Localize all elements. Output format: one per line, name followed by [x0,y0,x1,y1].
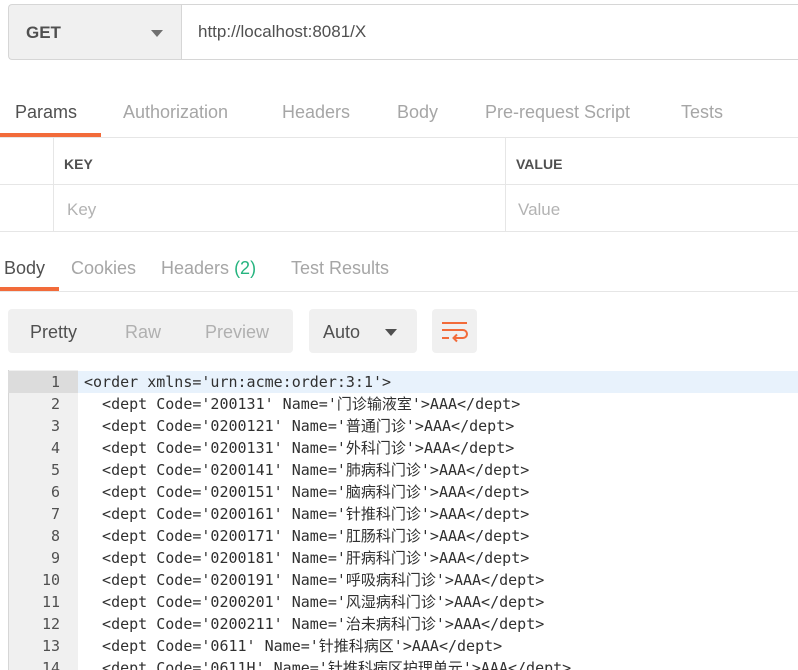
line-number: 11 [41,593,60,611]
params-key-header-cell: KEY [54,138,506,185]
code-line: 11 <dept Code='0200201' Name='风湿病科门诊'>AA… [8,591,798,613]
url-input[interactable]: http://localhost:8081/X [181,4,798,60]
params-row-check-cell [0,185,54,232]
code-lines: 1 <order xmlns='urn:acme:order:3:1'> 2 <de… [8,371,798,670]
tab-headers[interactable]: Headers [282,102,350,123]
code-line: 12 <dept Code='0200211' Name='治未病科门诊'>AA… [8,613,798,635]
code-text: <order xmlns='urn:acme:order:3:1'> [84,373,392,391]
tab-body[interactable]: Body [397,102,438,123]
code-line: 7 <dept Code='0200161' Name='针推科门诊'>AAA<… [8,503,798,525]
line-number: 12 [41,615,60,633]
code-line: 10 <dept Code='0200191' Name='呼吸病科门诊'>AA… [8,569,798,591]
tab-params[interactable]: Params [15,102,77,123]
line-number: 5 [50,461,60,479]
code-text: <dept Code='200131' Name='门诊输液室'>AAA</de… [84,395,521,413]
line-number: 9 [50,549,60,567]
tab-response-body[interactable]: Body [4,258,45,279]
tab-test-results[interactable]: Test Results [291,258,389,279]
line-number: 6 [50,483,60,501]
request-bar: GET http://localhost:8081/X [0,0,798,78]
wrap-lines-button[interactable] [432,309,477,353]
chevron-down-icon [385,329,397,336]
tab-pre-request-script[interactable]: Pre-request Script [485,102,630,123]
headers-count-badge: (2) [234,258,257,278]
line-number: 8 [50,527,60,545]
code-text: <dept Code='0200191' Name='呼吸病科门诊'>AAA</… [84,571,545,589]
tab-cookies[interactable]: Cookies [71,258,136,279]
code-line: 4 <dept Code='0200131' Name='外科门诊'>AAA</… [8,437,798,459]
key-input[interactable]: Key [54,185,506,232]
active-tab-indicator [0,133,101,137]
tab-authorization[interactable]: Authorization [123,102,228,123]
url-text: http://localhost:8081/X [198,22,367,41]
code-text: <dept Code='0200141' Name='肺病科门诊'>AAA</d… [84,461,530,479]
code-text: <dept Code='0200171' Name='肛肠科门诊'>AAA</d… [84,527,530,545]
code-text: <dept Code='0200161' Name='针推科门诊'>AAA</d… [84,505,530,523]
code-line: 14 <dept Code='0611H' Name='针推科病区护理单元'>A… [8,657,798,670]
line-number: 10 [41,571,60,589]
code-text: <dept Code='0200131' Name='外科门诊'>AAA</de… [84,439,515,457]
line-number: 4 [50,439,60,457]
value-input[interactable]: Value [506,185,798,232]
code-line: 9 <dept Code='0200181' Name='肝病科门诊'>AAA<… [8,547,798,569]
params-header-check-cell [0,138,54,185]
request-tabs: Params Authorization Headers Body Pre-re… [0,78,798,138]
key-header: KEY [64,156,93,172]
chevron-down-icon [151,30,163,37]
code-line: 5 <dept Code='0200141' Name='肺病科门诊'>AAA<… [8,459,798,481]
tab-response-headers[interactable]: Headers (2) [161,258,256,279]
headers-label: Headers [161,258,230,278]
response-toolbar: Pretty Raw Preview Auto [0,292,798,368]
code-line: 13 <dept Code='0611' Name='针推科病区'>AAA</d… [8,635,798,657]
line-number: 3 [50,417,60,435]
value-placeholder: Value [518,200,561,219]
line-number: 13 [41,637,60,655]
code-text: <dept Code='0200181' Name='肝病科门诊'>AAA</d… [84,549,530,567]
line-number: 14 [41,659,60,670]
view-mode-group: Pretty Raw Preview [8,309,293,353]
method-label: GET [26,23,61,42]
code-text: <dept Code='0611H' Name='针推科病区护理单元'>AAA<… [84,659,572,670]
code-text: <dept Code='0611' Name='针推科病区'>AAA</dept… [84,637,503,655]
code-text: <dept Code='0200211' Name='治未病科门诊'>AAA</… [84,615,545,633]
wrap-lines-icon [442,322,468,343]
code-line: 6 <dept Code='0200151' Name='脑病科门诊'>AAA<… [8,481,798,503]
format-label: Auto [323,322,361,342]
code-line: 2 <dept Code='200131' Name='门诊输液室'>AAA</… [8,393,798,415]
line-number: 7 [50,505,60,523]
raw-button[interactable]: Raw [125,322,161,343]
code-line: 1 <order xmlns='urn:acme:order:3:1'> [8,371,798,393]
line-number: 1 [50,373,60,391]
tab-tests[interactable]: Tests [681,102,723,123]
code-text: <dept Code='0200201' Name='风湿病科门诊'>AAA</… [84,593,545,611]
response-tabs: Body Cookies Headers (2) Test Results [0,236,798,292]
preview-button[interactable]: Preview [205,322,269,343]
params-value-header-cell: VALUE [506,138,798,185]
code-line: 8 <dept Code='0200171' Name='肛肠科门诊'>AAA<… [8,525,798,547]
pretty-button[interactable]: Pretty [30,322,77,343]
active-response-tab-indicator [0,287,59,291]
response-body-editor[interactable]: 1 <order xmlns='urn:acme:order:3:1'> 2 <de… [8,370,798,670]
format-select[interactable]: Auto [309,309,417,353]
key-placeholder: Key [67,200,97,219]
code-line: 3 <dept Code='0200121' Name='普通门诊'>AAA</… [8,415,798,437]
method-select[interactable]: GET [8,4,181,60]
code-text: <dept Code='0200151' Name='脑病科门诊'>AAA</d… [84,483,530,501]
params-table: KEY VALUE Key Value [0,138,798,234]
line-number: 2 [50,395,60,413]
value-header: VALUE [516,156,563,172]
code-text: <dept Code='0200121' Name='普通门诊'>AAA</de… [84,417,515,435]
